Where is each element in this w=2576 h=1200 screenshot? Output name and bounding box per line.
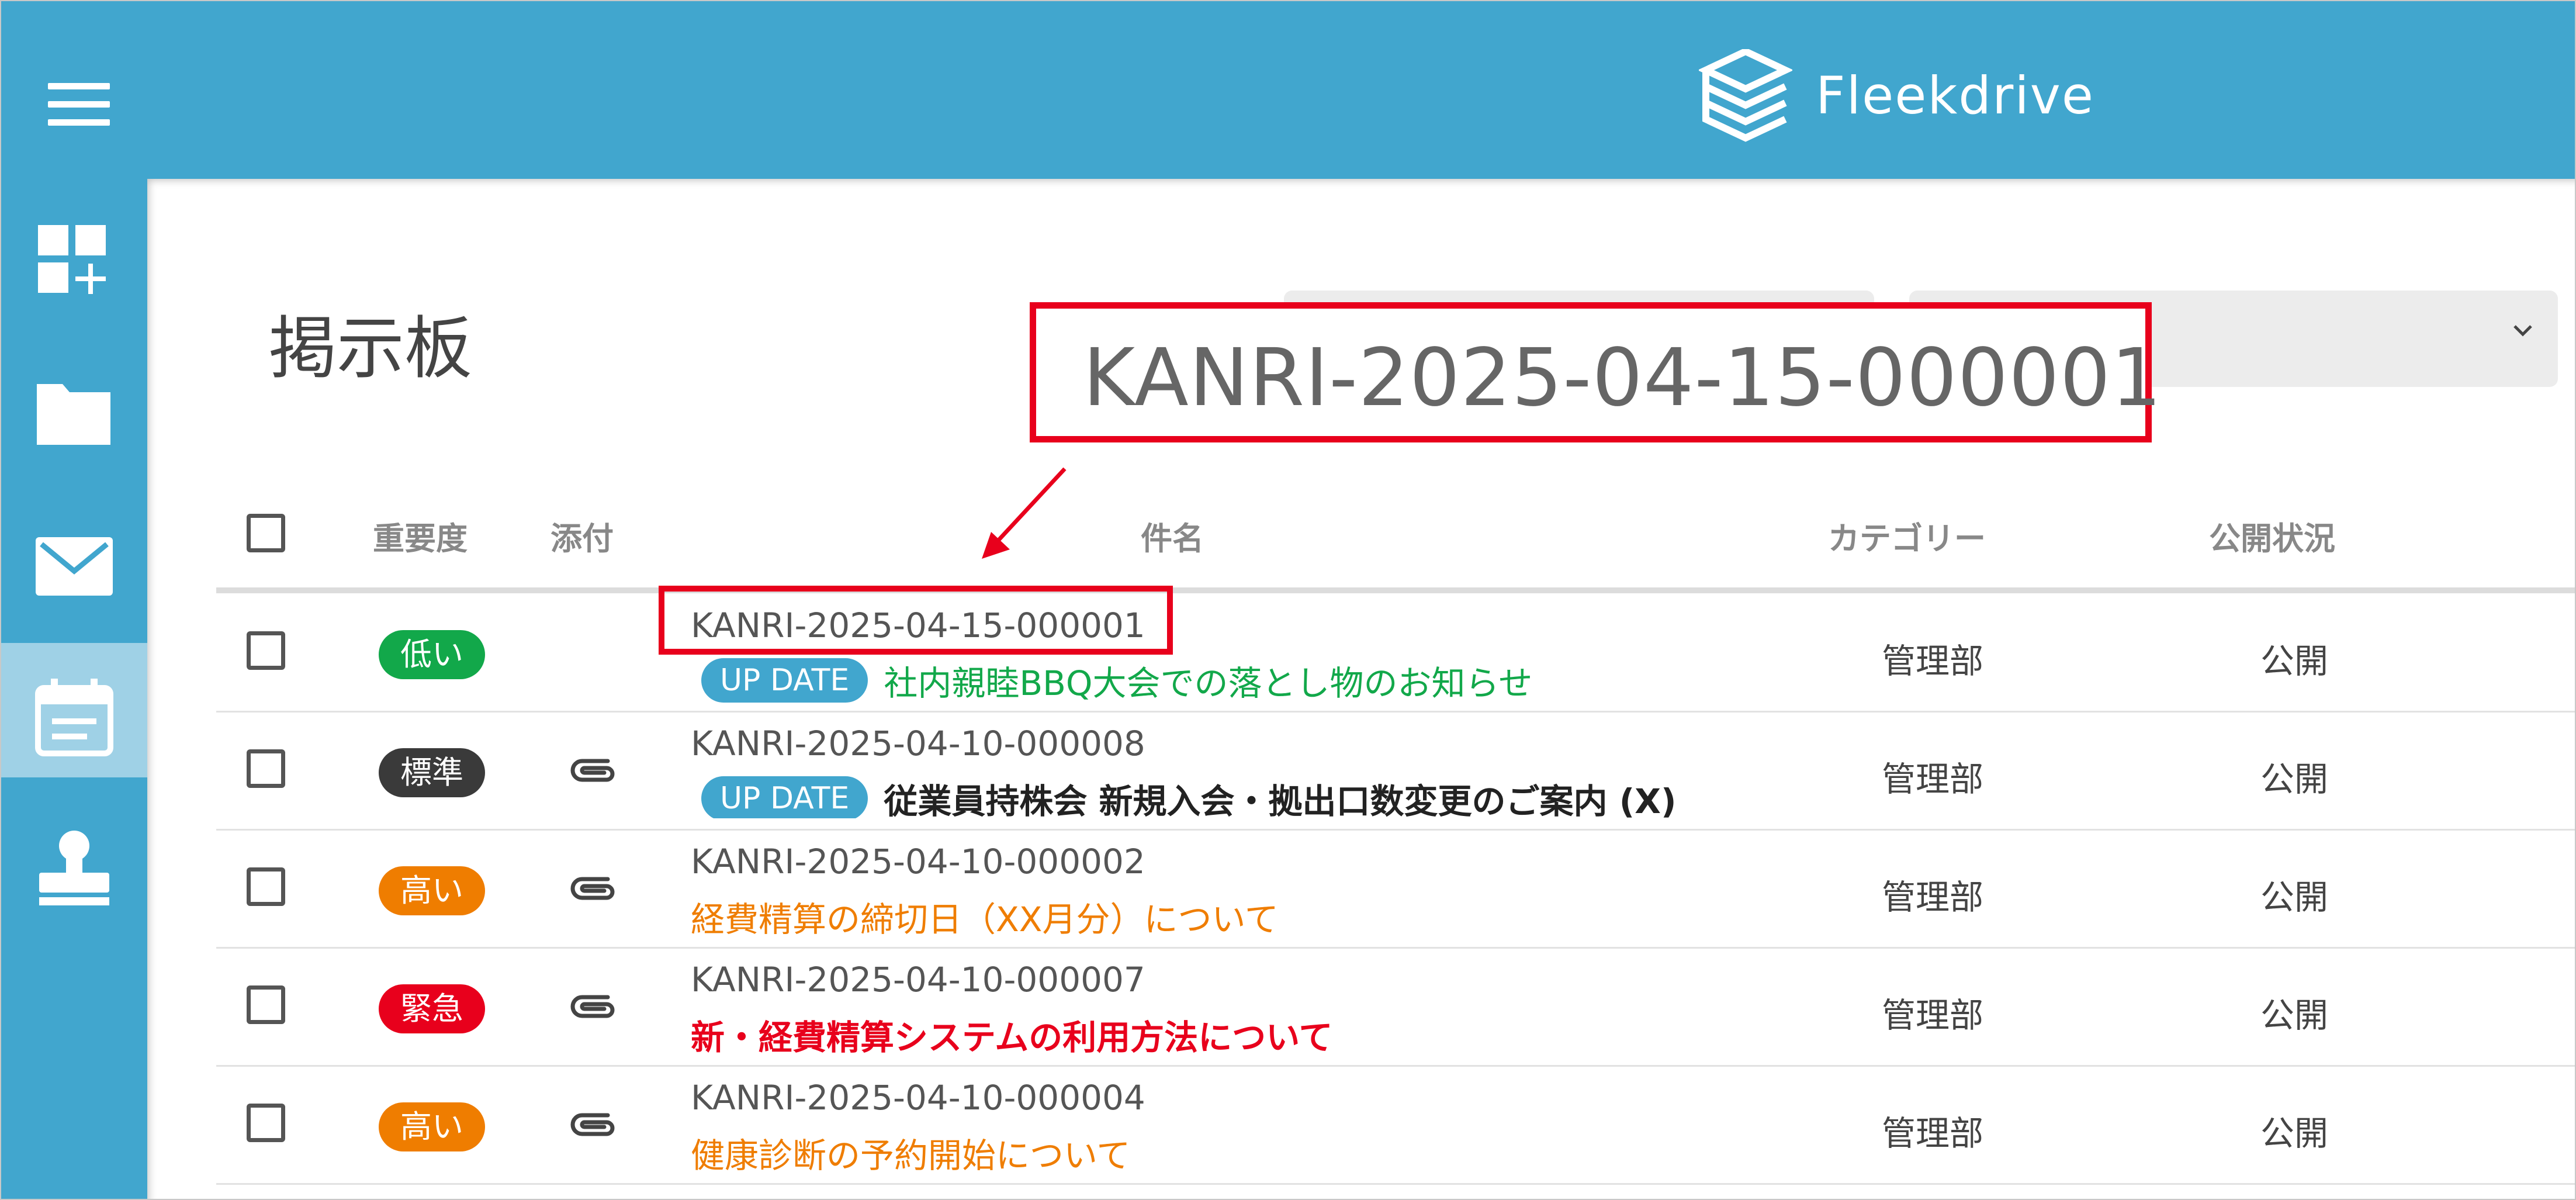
update-badge: UP DATE [701, 776, 868, 818]
document-id: KANRI-2025-04-10-000002 [691, 842, 1145, 881]
subject-link[interactable]: 経費精算の締切日（XX月分）について [691, 892, 1279, 941]
paperclip-icon [570, 995, 615, 1018]
select-all-checkbox[interactable] [247, 514, 285, 552]
priority-badge: 高い [379, 1102, 485, 1151]
table-row[interactable]: 高い KANRI-2025-04-10-000004 健康診断の予約開始について… [216, 1065, 2575, 1185]
callout-zoom: KANRI-2025-04-15-000001 [1030, 302, 2162, 442]
chevron-down-icon [2513, 325, 2532, 337]
document-id: KANRI-2025-04-10-000004 [691, 1078, 1145, 1118]
status-cell: 公開 [2260, 641, 2329, 681]
highlight-box [659, 586, 1173, 655]
dashboard-add-icon[interactable] [1, 188, 147, 323]
subject-line: 健康診断の予約開始について [691, 1128, 1130, 1175]
priority-badge: 標準 [379, 748, 485, 797]
row-checkbox[interactable] [247, 985, 285, 1024]
document-id: KANRI-2025-04-10-000007 [691, 960, 1145, 1000]
table-row[interactable]: 標準 KANRI-2025-04-10-000008 UP DATE 従業員持株… [216, 711, 2575, 831]
category-cell: 管理部 [1882, 759, 1984, 799]
row-checkbox[interactable] [247, 1104, 285, 1142]
paperclip-icon [570, 877, 615, 900]
update-badge: UP DATE [701, 658, 868, 703]
subject-line: 経費精算の締切日（XX月分）について [691, 892, 1279, 939]
category-cell: 管理部 [1882, 877, 1984, 917]
fleekdrive-logo-icon [1699, 49, 1792, 142]
paperclip-icon [570, 1113, 615, 1136]
subject-line: UP DATE 社内親睦BBQ大会での落とし物のお知らせ [701, 656, 1532, 703]
subject-link[interactable]: 健康診断の予約開始について [691, 1128, 1130, 1177]
category-cell: 管理部 [1882, 641, 1984, 681]
hamburger-menu-icon[interactable] [48, 83, 110, 126]
subject-link[interactable]: 新・経費精算システムの利用方法について [691, 1010, 1333, 1059]
row-checkbox[interactable] [247, 867, 285, 906]
folder-icon[interactable] [1, 340, 147, 475]
subject-link[interactable]: 社内親睦BBQ大会での落とし物のお知らせ [884, 656, 1532, 705]
column-header-subject[interactable]: 件名 [1141, 513, 1204, 559]
table-header: 重要度 添付 件名 カテゴリー 公開状況 [216, 489, 2575, 589]
table-row[interactable]: 緊急 KANRI-2025-04-10-000007 新・経費精算システムの利用… [216, 947, 2575, 1067]
subject-line: UP DATE 従業員持株会 新規入会・拠出口数変更のご案内 (X) [701, 774, 1899, 818]
page-title: 掲示板 [269, 309, 472, 388]
status-cell: 公開 [2260, 877, 2329, 917]
app-window: Fleekdrive 掲示板 KANRI-2025-04-15-000001 重… [0, 0, 2576, 1200]
subject-link[interactable]: 従業員持株会 新規入会・拠出口数変更のご案内 (X) [884, 774, 1676, 818]
table-row[interactable]: 高い KANRI-2025-04-10-000002 経費精算の締切日（XX月分… [216, 829, 2575, 949]
column-header-category[interactable]: カテゴリー [1828, 513, 1986, 559]
column-header-priority[interactable]: 重要度 [373, 513, 468, 559]
row-checkbox[interactable] [247, 749, 285, 788]
column-header-attachment[interactable]: 添付 [550, 513, 614, 559]
document-id: KANRI-2025-04-10-000008 [691, 724, 1145, 763]
top-header [1, 1, 2575, 179]
brand-name: Fleekdrive [1816, 65, 2095, 126]
brand-logo: Fleekdrive [1699, 49, 2093, 143]
callout-document-id: KANRI-2025-04-15-000001 [1083, 332, 2162, 424]
category-cell: 管理部 [1882, 995, 1984, 1035]
status-cell: 公開 [2260, 759, 2329, 799]
category-cell: 管理部 [1882, 1113, 1984, 1153]
status-cell: 公開 [2260, 1113, 2329, 1153]
priority-badge: 緊急 [379, 984, 485, 1033]
status-cell: 公開 [2260, 995, 2329, 1035]
sidebar [1, 1, 147, 1199]
paperclip-icon [570, 759, 615, 782]
envelope-icon[interactable] [1, 492, 147, 627]
row-checkbox[interactable] [247, 631, 285, 670]
priority-badge: 高い [379, 866, 485, 915]
calendar-board-icon[interactable] [1, 643, 147, 777]
subject-line: 新・経費精算システムの利用方法について [691, 1010, 1333, 1057]
column-header-status[interactable]: 公開状況 [2209, 513, 2335, 559]
stamp-icon[interactable] [1, 795, 147, 929]
priority-badge: 低い [379, 630, 485, 679]
table-row[interactable]: 低い KANRI-2025-04-15-000001 UP DATE 社内親睦B… [216, 593, 2575, 713]
